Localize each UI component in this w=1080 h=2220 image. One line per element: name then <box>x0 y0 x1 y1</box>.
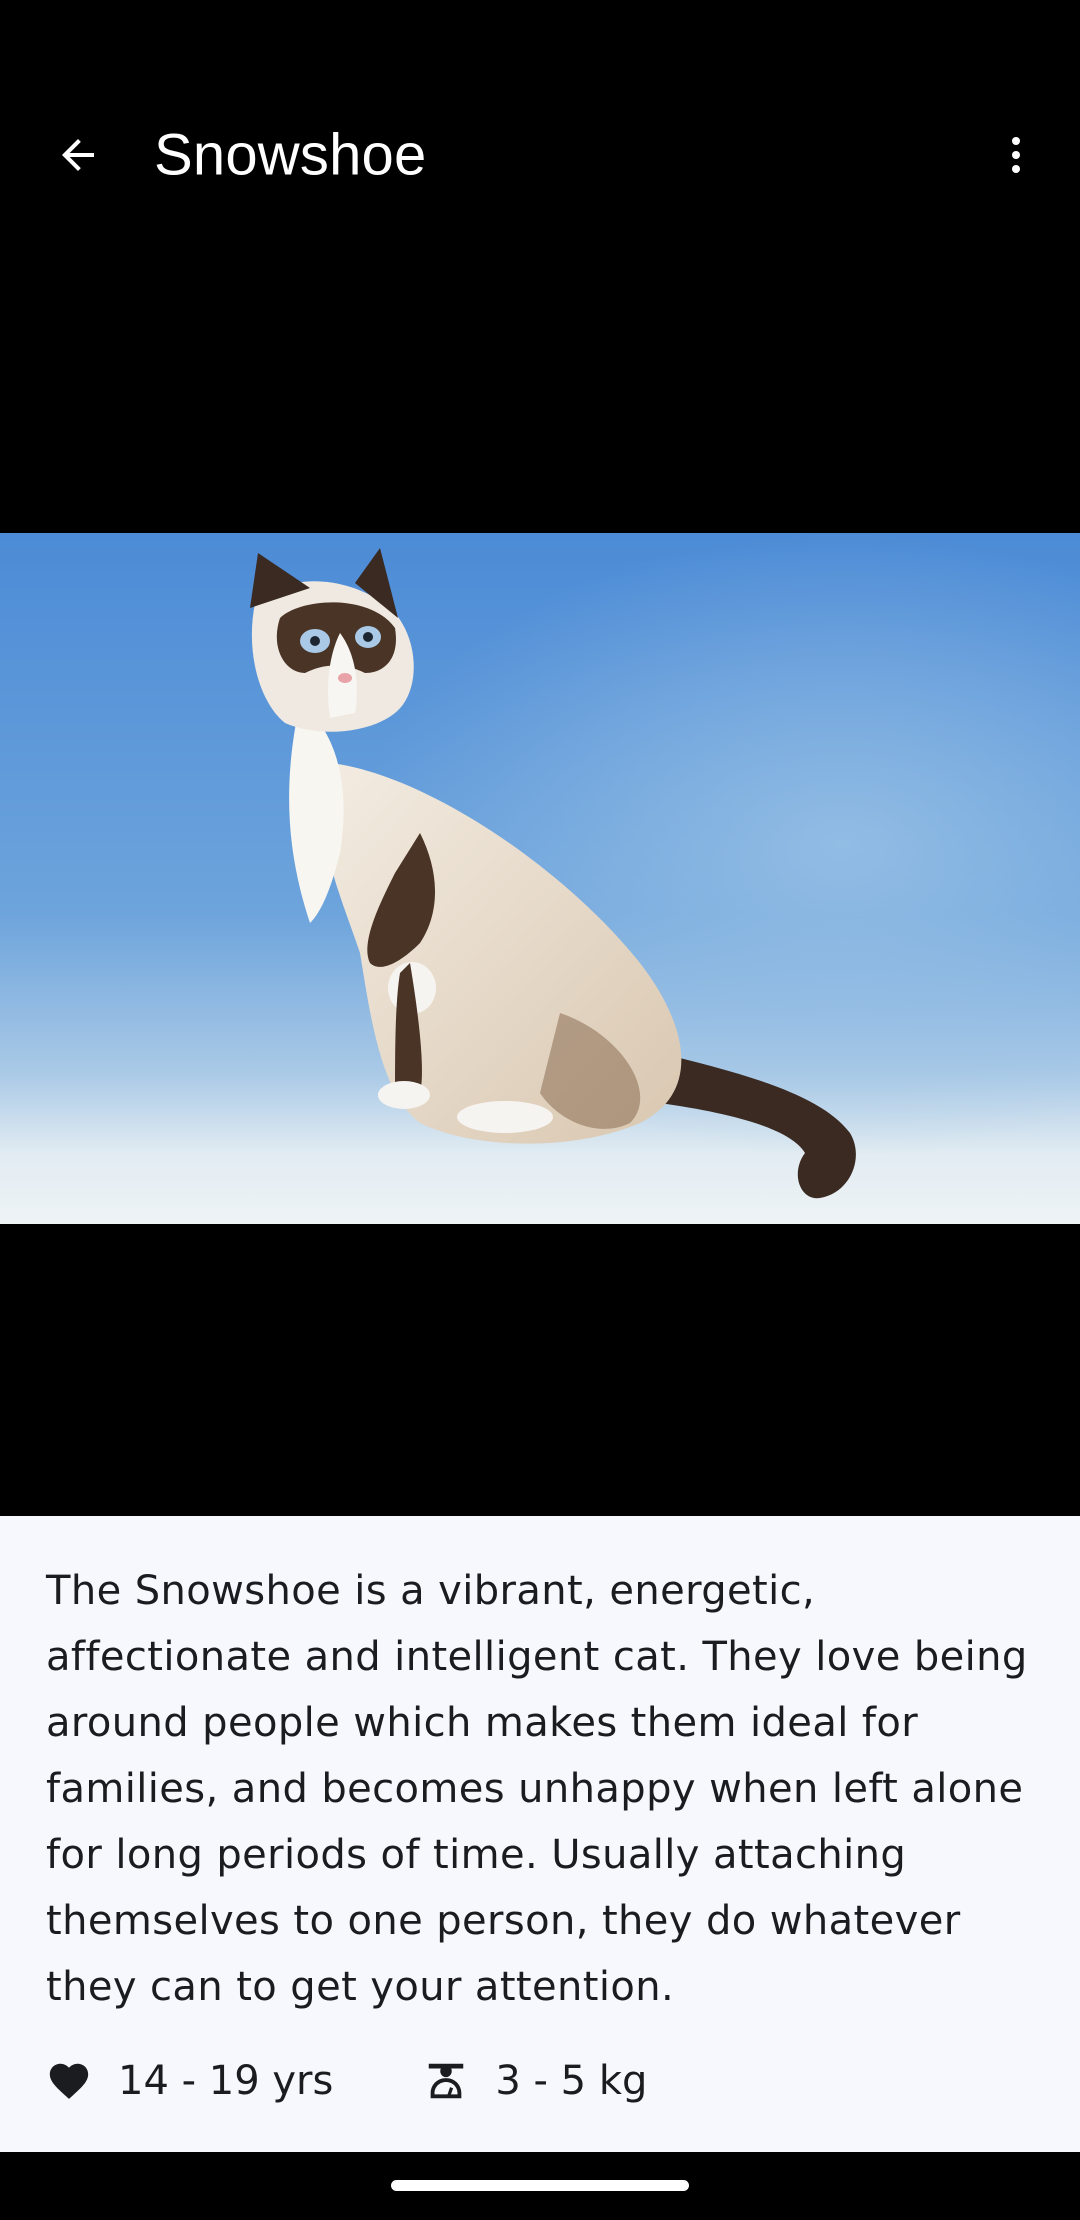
back-button[interactable] <box>38 115 118 195</box>
breed-stats: 14 - 19 yrs 3 - 5 kg <box>46 2046 647 2116</box>
arrow-back-icon <box>62 139 94 171</box>
more-vert-icon <box>1012 137 1020 173</box>
details-panel: The Snowshoe is a vibrant, energetic, af… <box>0 1516 1080 2152</box>
lifespan-stat: 14 - 19 yrs <box>46 2058 333 2104</box>
more-options-button[interactable] <box>976 115 1056 195</box>
scale-icon <box>429 2063 464 2099</box>
gesture-nav-handle[interactable] <box>391 2180 689 2191</box>
page-title: Snowshoe <box>154 122 427 188</box>
weight-stat: 3 - 5 kg <box>423 2058 647 2104</box>
top-app-bar: Snowshoe <box>0 60 1080 250</box>
breed-description: The Snowshoe is a vibrant, energetic, af… <box>46 1568 1028 2010</box>
heart-icon <box>49 2063 89 2099</box>
cat-photo[interactable] <box>0 533 1080 1224</box>
lifespan-value: 14 - 19 yrs <box>118 2058 334 2104</box>
weight-value: 3 - 5 kg <box>495 2058 648 2104</box>
